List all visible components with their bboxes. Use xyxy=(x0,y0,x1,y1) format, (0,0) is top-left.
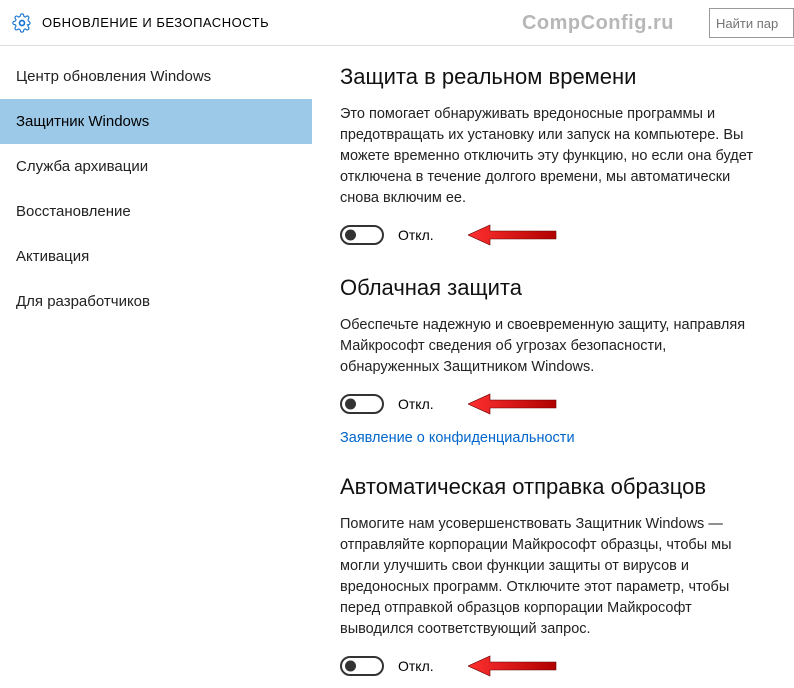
search-input[interactable] xyxy=(709,8,794,38)
toggle-row: Откл. xyxy=(340,654,766,678)
section-cloud: Облачная защита Обеспечьте надежную и св… xyxy=(340,275,766,446)
section-body: Помогите нам усовершенствовать Защитник … xyxy=(340,514,760,640)
realtime-toggle[interactable] xyxy=(340,225,384,245)
section-body: Обеспечьте надежную и своевременную защи… xyxy=(340,315,760,378)
sidebar-item-defender[interactable]: Защитник Windows xyxy=(0,99,312,144)
section-body: Это помогает обнаруживать вредоносные пр… xyxy=(340,104,760,209)
privacy-link[interactable]: Заявление о конфиденциальности xyxy=(340,430,575,446)
sidebar-item-update-center[interactable]: Центр обновления Windows xyxy=(0,54,312,99)
arrow-icon xyxy=(468,223,558,247)
section-heading: Автоматическая отправка образцов xyxy=(340,474,766,500)
toggle-row: Откл. xyxy=(340,223,766,247)
samples-toggle[interactable] xyxy=(340,656,384,676)
toggle-row: Откл. xyxy=(340,392,766,416)
sidebar-item-activation[interactable]: Активация xyxy=(0,234,312,279)
sidebar-item-recovery[interactable]: Восстановление xyxy=(0,189,312,234)
sidebar-item-backup[interactable]: Служба архивации xyxy=(0,144,312,189)
page-title: ОБНОВЛЕНИЕ И БЕЗОПАСНОСТЬ xyxy=(42,15,269,30)
section-heading: Облачная защита xyxy=(340,275,766,301)
section-samples: Автоматическая отправка образцов Помогит… xyxy=(340,474,766,678)
gear-icon xyxy=(12,13,32,33)
arrow-icon xyxy=(468,392,558,416)
cloud-toggle[interactable] xyxy=(340,394,384,414)
sidebar-item-developers[interactable]: Для разработчиков xyxy=(0,279,312,324)
header: ОБНОВЛЕНИЕ И БЕЗОПАСНОСТЬ CompConfig.ru xyxy=(0,0,794,46)
watermark: CompConfig.ru xyxy=(522,12,674,35)
toggle-label: Откл. xyxy=(398,227,434,243)
section-heading: Защита в реальном времени xyxy=(340,64,766,90)
toggle-label: Откл. xyxy=(398,658,434,674)
body: Центр обновления Windows Защитник Window… xyxy=(0,46,794,688)
section-realtime: Защита в реальном времени Это помогает о… xyxy=(340,64,766,247)
content: Защита в реальном времени Это помогает о… xyxy=(312,46,794,688)
toggle-label: Откл. xyxy=(398,396,434,412)
arrow-icon xyxy=(468,654,558,678)
sidebar: Центр обновления Windows Защитник Window… xyxy=(0,46,312,688)
